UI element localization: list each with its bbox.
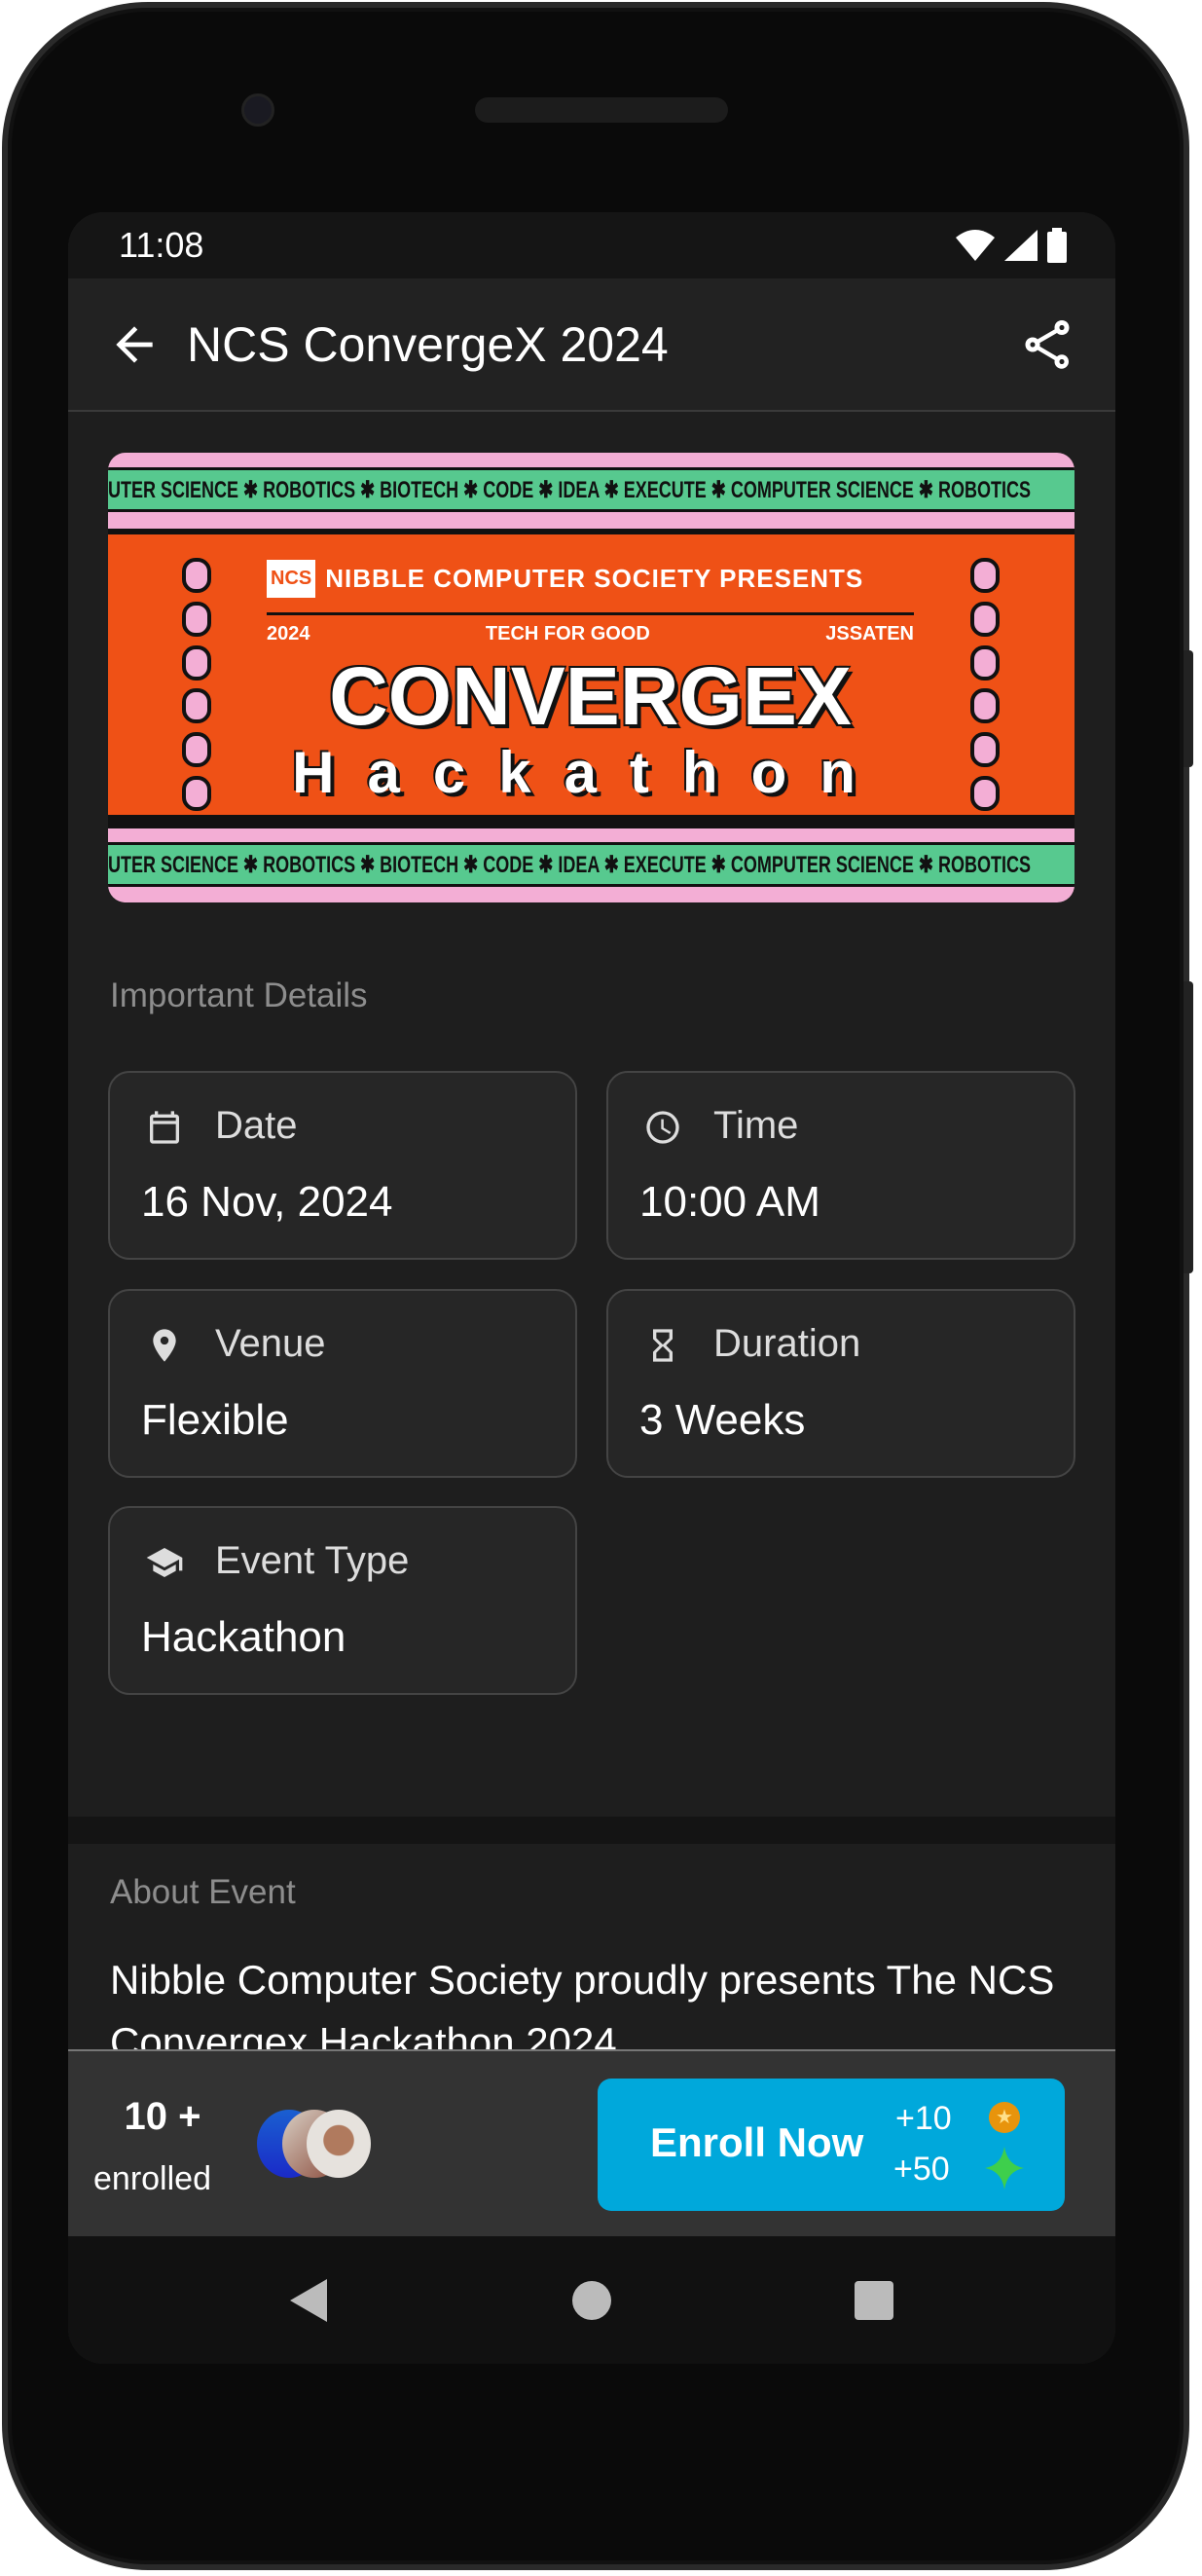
detail-label: Duration [713,1322,861,1365]
detail-value: 3 Weeks [639,1396,806,1444]
banner-name: CONVERGEX [329,650,852,742]
share-icon[interactable] [1018,315,1076,374]
detail-label: Event Type [215,1539,410,1582]
enroll-label: Enroll Now [650,2119,864,2165]
earpiece [475,97,728,123]
banner-tagline: TECH FOR GOOD [485,623,650,644]
wifi-icon [956,230,995,261]
detail-card-venue: Venue Flexible [108,1289,577,1478]
banner-ticket: NCS NIBBLE COMPUTER SOCIETY PRESENTS 202… [108,529,1075,828]
clock-icon [646,1111,679,1144]
detail-card-event-type: Event Type Hackathon [108,1506,577,1695]
app-bar: NCS ConvergeX 2024 [68,278,1115,412]
coin-reward: +10 [895,2100,952,2137]
important-details-title: Important Details [110,976,368,1014]
event-banner: UTER SCIENCE ✱ ROBOTICS ✱ BIOTECH ✱ CODE… [108,453,1075,902]
detail-label: Time [713,1104,799,1147]
home-nav-icon[interactable] [572,2280,611,2320]
detail-card-duration: Duration 3 Weeks [606,1289,1075,1478]
coin-icon: ★ [989,2102,1020,2133]
ticket-perforation [182,554,211,815]
banner-stripe-bottom: UTER SCIENCE ✱ ROBOTICS ✱ BIOTECH ✱ CODE… [108,842,1075,887]
detail-label: Date [215,1104,298,1147]
system-nav-bar [68,2236,1115,2364]
banner-sub: Hackathon [292,740,889,805]
banner-year: 2024 [267,623,310,644]
power-button [1184,650,1193,767]
banner-presents-text: NIBBLE COMPUTER SOCIETY PRESENTS [325,564,864,593]
screen: 11:08 NCS ConvergeX 2024 UTER SCIENCE ✱ … [68,212,1115,2364]
banner-presents: NCS NIBBLE COMPUTER SOCIETY PRESENTS [267,560,914,598]
status-icons [956,228,1067,263]
banner-meta: 2024 TECH FOR GOOD JSSATEN [267,612,914,645]
battery-icon [1047,228,1067,263]
enroll-now-button[interactable]: Enroll Now +10 ★ +50 [598,2079,1065,2211]
recents-nav-icon[interactable] [855,2280,893,2320]
avatar [307,2110,371,2178]
ticket-perforation [970,554,1000,815]
front-camera [241,93,274,127]
detail-card-date: Date 16 Nov, 2024 [108,1071,577,1260]
arrow-left-icon[interactable] [107,317,162,372]
back-nav-icon[interactable] [290,2278,329,2322]
about-title: About Event [110,1873,296,1911]
detail-value: 10:00 AM [639,1178,820,1226]
volume-button [1184,981,1193,1273]
xp-reward: +50 [893,2151,950,2188]
detail-card-time: Time 10:00 AM [606,1071,1075,1260]
banner-college: JSSATEN [825,623,914,644]
detail-value: Hackathon [141,1613,346,1661]
sparkle-icon [985,2147,1024,2190]
detail-value: 16 Nov, 2024 [141,1178,393,1226]
detail-label: Venue [215,1322,326,1365]
signal-icon [1004,230,1038,261]
enrolled-label: enrolled [93,2160,211,2197]
enrolled-count: 10 + [124,2095,201,2138]
location-pin-icon [153,1329,176,1362]
status-bar: 11:08 [68,212,1115,278]
graduation-cap-icon [146,1548,183,1577]
detail-value: Flexible [141,1396,289,1444]
enroll-bar: 10 + enrolled Enroll Now +10 ★ +50 [68,2049,1115,2236]
calendar-icon [150,1111,179,1144]
hourglass-icon [653,1329,673,1362]
status-time: 11:08 [119,225,204,265]
ncs-logo: NCS [267,560,316,598]
banner-stripe-top: UTER SCIENCE ✱ ROBOTICS ✱ BIOTECH ✱ CODE… [108,467,1075,512]
page-title: NCS ConvergeX 2024 [187,316,669,372]
